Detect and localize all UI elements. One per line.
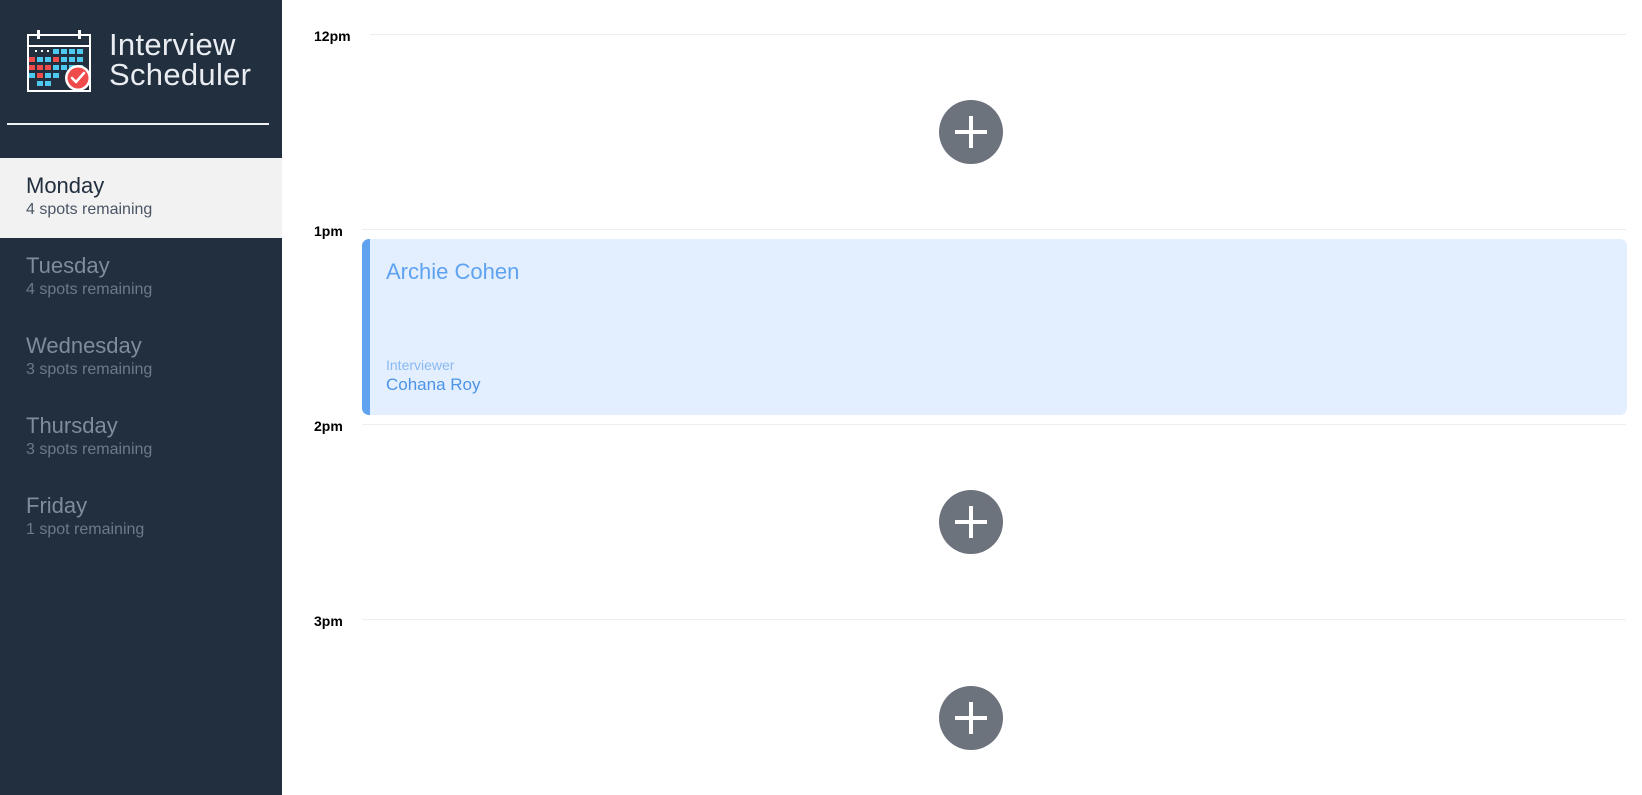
app-brand: Interview Scheduler <box>27 26 251 96</box>
plus-icon <box>955 506 987 538</box>
add-appointment-button[interactable] <box>939 490 1003 554</box>
day-spots: 3 spots remaining <box>26 361 153 378</box>
sidebar-divider <box>7 123 269 125</box>
day-list: Monday 4 spots remaining Tuesday 4 spots… <box>0 158 282 558</box>
day-name: Wednesday <box>26 333 142 358</box>
interviewer-label: Interviewer <box>386 357 455 373</box>
day-name: Thursday <box>26 413 118 438</box>
time-divider <box>370 34 1626 35</box>
day-spots: 4 spots remaining <box>26 201 153 218</box>
appointment-card[interactable]: Archie Cohen Interviewer Cohana Roy <box>362 239 1627 415</box>
add-appointment-button[interactable] <box>939 100 1003 164</box>
sidebar: Interview Scheduler Monday 4 spots remai… <box>0 0 282 795</box>
time-divider <box>362 424 1626 425</box>
time-label-12pm: 12pm <box>314 28 351 44</box>
day-item-wednesday[interactable]: Wednesday 3 spots remaining <box>0 318 282 398</box>
day-spots: 4 spots remaining <box>26 281 153 298</box>
student-name: Archie Cohen <box>386 259 520 284</box>
time-label-1pm: 1pm <box>314 223 343 239</box>
app-title-line1: Interview <box>109 27 236 62</box>
schedule: 12pm 1pm Archie Cohen Interviewer Cohana… <box>282 0 1642 795</box>
interviewer-name: Cohana Roy <box>386 375 481 394</box>
app-title: Interview Scheduler <box>109 27 252 92</box>
app-title-line2: Scheduler <box>109 57 252 92</box>
time-label-3pm: 3pm <box>314 613 343 629</box>
day-item-monday[interactable]: Monday 4 spots remaining <box>0 158 282 238</box>
day-spots: 3 spots remaining <box>26 441 153 458</box>
day-item-tuesday[interactable]: Tuesday 4 spots remaining <box>0 238 282 318</box>
calendar-check-icon <box>27 30 91 92</box>
plus-icon <box>955 116 987 148</box>
day-item-friday[interactable]: Friday 1 spot remaining <box>0 478 282 558</box>
day-spots: 1 spot remaining <box>26 521 145 538</box>
day-name: Monday <box>26 173 105 198</box>
day-name: Tuesday <box>26 253 110 278</box>
time-label-2pm: 2pm <box>314 418 343 434</box>
time-divider <box>362 619 1626 620</box>
time-divider <box>362 229 1626 230</box>
plus-icon <box>955 702 987 734</box>
day-item-thursday[interactable]: Thursday 3 spots remaining <box>0 398 282 478</box>
add-appointment-button[interactable] <box>939 686 1003 750</box>
day-name: Friday <box>26 493 88 518</box>
